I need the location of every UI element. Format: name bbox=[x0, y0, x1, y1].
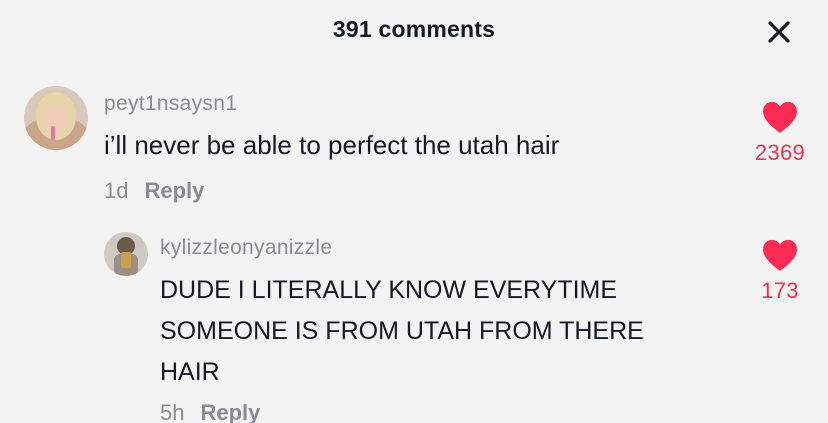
comments-sheet: 391 comments peyt1nsaysn1 i’ll never be … bbox=[0, 0, 828, 423]
comment-meta: 1d Reply bbox=[104, 178, 204, 204]
heart-icon bbox=[763, 239, 797, 271]
comments-count-title: 391 comments bbox=[332, 16, 496, 42]
close-button[interactable] bbox=[764, 17, 794, 47]
comment-timestamp: 5h bbox=[160, 400, 185, 423]
like-button[interactable]: 173 bbox=[740, 238, 820, 304]
heart-icon bbox=[763, 101, 797, 133]
avatar[interactable] bbox=[24, 86, 88, 150]
like-count: 2369 bbox=[754, 140, 806, 165]
comment-text-line: DUDE I LITERALLY KNOW EVERYTIME bbox=[160, 276, 618, 304]
avatar[interactable] bbox=[104, 232, 148, 276]
comment-timestamp: 1d bbox=[104, 178, 129, 203]
comment-text-line: SOMEONE IS FROM UTAH FROM THERE bbox=[160, 317, 644, 345]
like-button[interactable]: 2369 bbox=[740, 100, 820, 166]
reply-button[interactable]: Reply bbox=[144, 178, 204, 203]
comment-username[interactable]: kylizzleonyanizzle bbox=[160, 236, 332, 260]
user-avatar-photo bbox=[104, 232, 148, 276]
user-avatar-photo bbox=[24, 86, 88, 150]
close-icon bbox=[768, 21, 790, 43]
like-count: 173 bbox=[761, 278, 799, 303]
comment-text: i’ll never be able to perfect the utah h… bbox=[104, 130, 560, 160]
comment-username[interactable]: peyt1nsaysn1 bbox=[104, 92, 237, 116]
comment-text-line: HAIR bbox=[160, 358, 220, 386]
reply-button[interactable]: Reply bbox=[200, 400, 260, 423]
comment-meta: 5h Reply bbox=[160, 400, 260, 423]
